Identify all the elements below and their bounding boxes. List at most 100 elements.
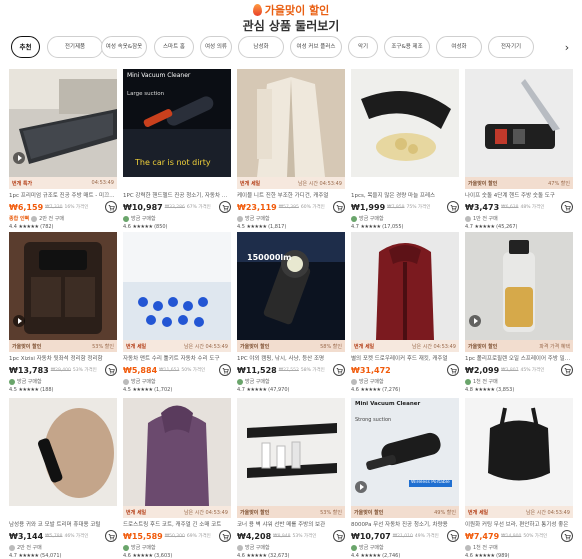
add-to-cart-button[interactable] <box>447 530 459 542</box>
product-name[interactable]: 드로스트링 후드 코트, 캐주얼 긴 소매 코트 <box>123 521 231 529</box>
promo-badge: 가을맞이 할인 파격 가격 혜택 <box>465 340 573 352</box>
product-name[interactable]: 남성용 귀와 코 모발 트리머 휴대용 코털 <box>9 521 117 529</box>
tab-7[interactable]: 악기 <box>348 36 378 58</box>
product-name[interactable]: 1pc Xizisi 자동차 뒷좌석 정리함 정리함 <box>9 355 117 363</box>
badge-detail: 남은 시간 04:53:49 <box>183 343 228 350</box>
tab-3[interactable]: 스마트 홈 <box>154 36 194 58</box>
cart-icon <box>222 204 229 211</box>
add-to-cart-button[interactable] <box>561 530 573 542</box>
badge-detail: 남은 시간 04:53:49 <box>183 509 228 516</box>
product-image[interactable]: Mini Vacuum Cleaner Strong suction Wirel… <box>351 398 459 506</box>
rating-score: 4.7 <box>9 553 17 559</box>
product-card[interactable]: 번개 특가 04:53:49 1pc 프리미엄 규조토 진공 주방 매트 - 미… <box>9 69 117 232</box>
play-icon[interactable] <box>13 152 25 164</box>
star-icons: ★★★★★ <box>132 553 153 559</box>
star-icons: ★★★★★ <box>360 553 381 559</box>
rating: 4.6 ★★★★★ (32,673) <box>237 552 345 559</box>
tab-10[interactable]: 전자기기 <box>488 36 534 58</box>
product-name[interactable]: 1pc 폴리프로필렌 오일 스프레이어 주방 밀폐 용기 <box>465 355 573 363</box>
star-icons: ★★★★★ <box>474 387 495 393</box>
price-row: ₩7,479 ₩14,900 50% 가격인 <box>465 530 573 542</box>
add-to-cart-button[interactable] <box>333 364 345 376</box>
product-image[interactable] <box>123 398 231 506</box>
product-image[interactable] <box>351 69 459 177</box>
add-to-cart-button[interactable] <box>105 201 117 213</box>
product-name[interactable]: 코너 용 벽 샤워 선반 메를 주방의 보관 <box>237 521 345 529</box>
add-to-cart-button[interactable] <box>219 201 231 213</box>
tab-6[interactable]: 여성 커브 플러스 <box>290 36 342 58</box>
product-card[interactable]: Mini Vacuum Cleaner Large suction The ca… <box>123 69 231 232</box>
tab-5[interactable]: 남성화 <box>238 36 284 58</box>
tab-1[interactable]: 전기제품 <box>47 36 103 58</box>
product-image[interactable] <box>9 232 117 340</box>
add-to-cart-button[interactable] <box>447 201 459 213</box>
discount-text: 16% 가격인 <box>64 205 89 210</box>
badge-detail: 53% 할인 <box>92 343 114 350</box>
product-name[interactable]: 나이프 숫돌 4단계 헨드 주방 숫돌 도구 <box>465 192 573 200</box>
badge-detail: 남은 시간 04:53:49 <box>525 509 570 516</box>
play-icon[interactable] <box>469 315 481 327</box>
product-card[interactable]: 가을맞이 할인 47% 할인 나이프 숫돌 4단계 헨드 주방 숫돌 도구 ₩3… <box>465 69 573 232</box>
tab-4[interactable]: 여성 의류 <box>200 36 232 58</box>
add-to-cart-button[interactable] <box>219 530 231 542</box>
play-icon[interactable] <box>355 481 367 493</box>
product-image[interactable] <box>465 232 573 340</box>
review-count: (45,267) <box>496 224 518 230</box>
add-to-cart-button[interactable] <box>333 201 345 213</box>
product-image[interactable] <box>9 69 117 177</box>
product-name[interactable]: 1PC 강력한 핸드헬드 진공 청소기, 자동차 청소기 <box>123 192 231 200</box>
product-price: ₩3,144 <box>9 531 44 541</box>
product-card[interactable]: 남성용 귀와 코 모발 트리머 휴대용 코털 ₩3,144 ₩5,788 46%… <box>9 398 117 559</box>
product-name[interactable]: 1pcs, 목을지 많은 경량 마늘 프레스 <box>351 192 459 200</box>
tab-0[interactable]: 추천 <box>11 36 40 58</box>
add-to-cart-button[interactable] <box>447 364 459 376</box>
rating: 4.7 ★★★★★ (54,071) <box>9 552 117 559</box>
product-card[interactable]: 150000lm 가을맞이 할인 58% 할인 1PC 야외 캠핑, 낚시, 사… <box>237 232 345 395</box>
promo-badge: 번개 세일 남은 시간 04:53:49 <box>123 340 231 352</box>
product-card[interactable]: 1pcs, 목을지 많은 경량 마늘 프레스 ₩1,999 ₩7,959 75%… <box>351 69 459 232</box>
price-row: ₩5,884 ₩11,653 50% 가격인 <box>123 364 231 376</box>
product-image[interactable]: Mini Vacuum Cleaner Large suction The ca… <box>123 69 231 177</box>
add-to-cart-button[interactable] <box>561 201 573 213</box>
product-image[interactable] <box>237 69 345 177</box>
product-card[interactable]: 가을맞이 할인 53% 할인 1pc Xizisi 자동차 뒷좌석 정리함 정리… <box>9 232 117 395</box>
product-card[interactable]: 번개 세일 남은 시간 04:53:49 이원화 커팅 무선 브라, 편안하고 … <box>465 398 573 559</box>
add-to-cart-button[interactable] <box>105 364 117 376</box>
product-card[interactable]: Mini Vacuum Cleaner Strong suction Wirel… <box>351 398 459 559</box>
product-image[interactable]: 150000lm <box>237 232 345 340</box>
badge-label: 가을맞이 할인 <box>12 343 42 350</box>
price-row: ₩31,472 <box>351 364 459 376</box>
add-to-cart-button[interactable] <box>561 364 573 376</box>
review-count: (989) <box>496 553 510 559</box>
tab-8[interactable]: 조구&용 제조 <box>384 36 430 58</box>
add-to-cart-button[interactable] <box>333 530 345 542</box>
add-to-cart-button[interactable] <box>105 530 117 542</box>
review-count: (47,970) <box>268 387 290 393</box>
product-image[interactable] <box>465 69 573 177</box>
product-name[interactable]: 케이블 니트 진한 부조한 가디건, 캐주얼 <box>237 192 345 200</box>
product-card[interactable]: 번개 세일 남은 시간 04:53:49 별의 포켓 드로우레이커 후드 재킷,… <box>351 232 459 395</box>
product-card[interactable]: 번개 세일 남은 시간 04:53:49 자동차 맨트 수리 툴키트 자동차 수… <box>123 232 231 395</box>
review-count: (782) <box>40 224 54 230</box>
tab-9[interactable]: 여성화 <box>436 36 482 58</box>
product-image[interactable] <box>237 398 345 506</box>
product-name[interactable]: 자동차 맨트 수리 툴키트 자동차 수리 도구 <box>123 355 231 363</box>
product-card[interactable]: 가을맞이 할인 파격 가격 혜택 1pc 폴리프로필렌 오일 스프레이어 주방 … <box>465 232 573 395</box>
product-image[interactable] <box>465 398 573 506</box>
rating-score: 4.6 <box>237 553 245 559</box>
play-icon[interactable] <box>13 315 25 327</box>
product-name[interactable]: 8000Pa 무선 자동차 진공 청소기, 차량용 <box>351 521 459 529</box>
add-to-cart-button[interactable] <box>219 364 231 376</box>
product-name[interactable]: 1pc 프리미엄 규조토 진공 주방 매트 - 미끄럼 방지 <box>9 192 117 200</box>
product-name[interactable]: 1PC 야외 캠핑, 낚시, 사냥, 등산 조명 <box>237 355 345 363</box>
product-image[interactable] <box>9 398 117 506</box>
product-name[interactable]: 이원화 커팅 무선 브라, 편안하고 통기성 좋은 <box>465 521 573 529</box>
product-card[interactable]: 번개 세일 남은 시간 04:53:49 드로스트링 후드 코트, 캐주얼 긴 … <box>123 398 231 559</box>
product-image[interactable] <box>123 232 231 340</box>
product-image[interactable] <box>351 232 459 340</box>
product-card[interactable]: 번개 세일 남은 시간 04:53:49 케이블 니트 진한 부조한 가디건, … <box>237 69 345 232</box>
chevron-right-icon[interactable]: › <box>560 36 574 58</box>
product-card[interactable]: 가을맞이 할인 53% 할인 코너 용 벽 샤워 선반 메를 주방의 보관 ₩4… <box>237 398 345 559</box>
tab-2[interactable]: 여성 속옷&잠옷 <box>101 36 147 58</box>
product-name[interactable]: 별의 포켓 드로우레이커 후드 재킷, 캐주얼 <box>351 355 459 363</box>
